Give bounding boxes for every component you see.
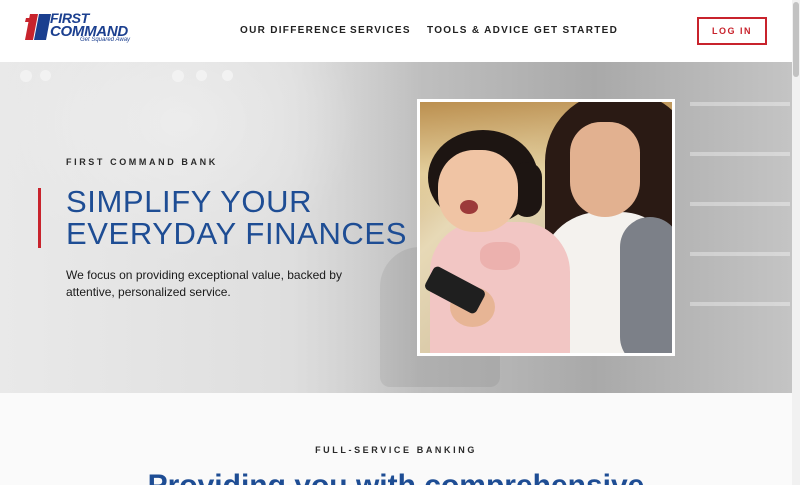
banking-section: FULL-SERVICE BANKING Providing you with … <box>0 393 792 485</box>
page-scrollbar[interactable] <box>792 0 800 485</box>
photo-girl-mouth <box>460 200 478 214</box>
scrollbar-thumb[interactable] <box>793 2 799 77</box>
background-shelf <box>690 152 790 156</box>
nav-get-started[interactable]: GET STARTED <box>534 25 618 36</box>
photo-girl-bow <box>480 242 520 270</box>
photo-mother-sleeve <box>620 217 672 353</box>
logo-tagline: Get Squared Away <box>80 37 131 43</box>
background-shelf <box>690 202 790 206</box>
logo-wordmark: FIRST COMMAND <box>50 11 128 39</box>
section-eyebrow: FULL-SERVICE BANKING <box>315 445 477 455</box>
photo-mother-face <box>570 122 640 217</box>
hero-headline-line-2: EVERYDAY FINANCES <box>66 216 407 251</box>
hero-description: We focus on providing exceptional value,… <box>66 268 342 299</box>
photo-girl-face <box>438 150 518 232</box>
hero-headline: SIMPLIFY YOUR EVERYDAY FINANCES <box>66 186 406 250</box>
section-title: Providing you with comprehensive <box>0 469 792 485</box>
hero-headline-line-1: SIMPLIFY YOUR <box>66 184 313 219</box>
hero-photo <box>417 99 675 356</box>
nav-tools-advice[interactable]: TOOLS & ADVICE <box>427 25 530 36</box>
logo-mark-icon <box>25 14 51 40</box>
first-command-logo[interactable]: FIRST COMMAND Get Squared Away <box>24 11 144 46</box>
background-shelf <box>690 102 790 106</box>
hero-eyebrow: FIRST COMMAND BANK <box>66 157 218 167</box>
site-header: FIRST COMMAND Get Squared Away OUR DIFFE… <box>0 0 792 62</box>
nav-services[interactable]: SERVICES <box>350 25 411 36</box>
background-shelf <box>690 302 790 306</box>
nav-our-difference[interactable]: OUR DIFFERENCE <box>240 25 347 36</box>
background-shelf <box>690 252 790 256</box>
accent-bar <box>38 188 41 248</box>
hero-section: FIRST COMMAND BANK SIMPLIFY YOUR EVERYDA… <box>0 62 792 393</box>
login-button[interactable]: LOG IN <box>697 17 767 45</box>
